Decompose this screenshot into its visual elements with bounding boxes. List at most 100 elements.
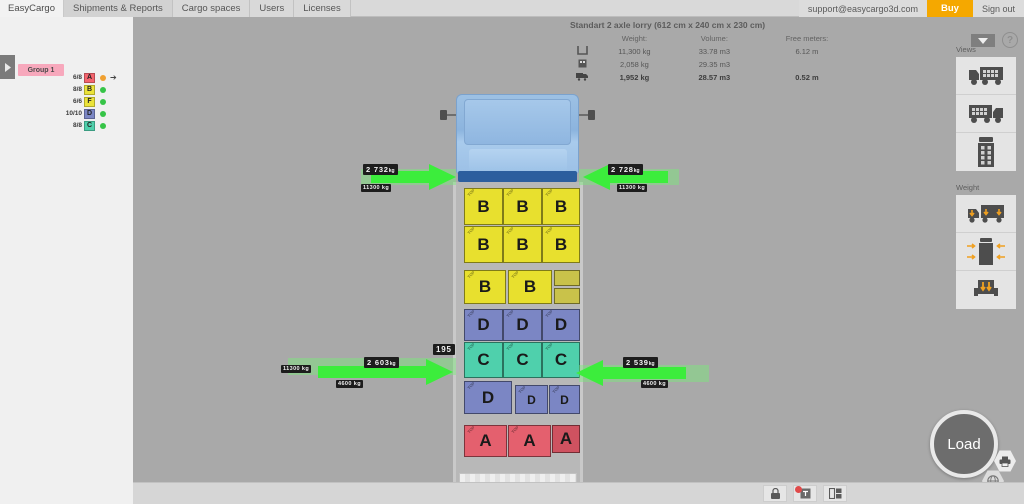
cargo-box-label: B (477, 234, 490, 254)
list-item[interactable]: 6/6 F (60, 96, 130, 107)
cargo-box[interactable]: TOP B (508, 270, 552, 304)
top-marker: TOP (466, 341, 476, 352)
front-axle-left-weight: 2 732kg (363, 164, 398, 175)
group-chip[interactable]: Group 1 (18, 64, 64, 76)
item-letter: D (84, 108, 95, 119)
weight-lock-button[interactable] (763, 485, 787, 502)
buy-button[interactable]: Buy (927, 0, 973, 17)
view-side-right-button[interactable] (956, 95, 1016, 133)
tab-users[interactable]: Users (250, 0, 295, 17)
layout-split-icon (828, 488, 841, 499)
top-marker: TOP (544, 341, 554, 352)
cargo-box[interactable]: TOP B (542, 226, 580, 263)
bottom-toolbar (133, 482, 1024, 504)
cargo-box[interactable] (554, 270, 580, 286)
tab-cargo-spaces[interactable]: Cargo spaces (172, 0, 251, 17)
cargo-box-label: A (523, 431, 536, 450)
list-item[interactable]: 6/8 A ➔ (60, 72, 130, 83)
cargo-box[interactable]: TOP D (503, 309, 542, 341)
rear-axle-right-limit: 4600 kg (641, 380, 668, 388)
top-marker: TOP (517, 384, 527, 395)
top-marker: TOP (466, 269, 476, 280)
cargo-box[interactable]: TOP D (464, 381, 512, 414)
truck-side-right-icon (969, 104, 1003, 123)
list-item[interactable]: 10/10 D (60, 108, 130, 119)
cargo-box[interactable]: TOP B (464, 226, 503, 263)
views-button-group (956, 57, 1016, 171)
left-item-panel: Group 1 6/8 A ➔ 8/8 B 6/6 F 10/10 D 8/8 … (0, 17, 133, 504)
weight-top-button[interactable] (956, 233, 1016, 271)
weight-button-group (956, 195, 1016, 309)
rear-axle-right-weight: 2 539kg (623, 357, 658, 368)
tab-licenses[interactable]: Licenses (294, 0, 351, 17)
list-item[interactable]: 8/8 B (60, 84, 130, 95)
cargo-box[interactable] (554, 288, 580, 304)
layout-split-button[interactable] (823, 485, 847, 502)
cargo-box[interactable]: TOP C (503, 342, 542, 378)
cab-bumper (458, 171, 577, 182)
weight-side-button[interactable] (956, 195, 1016, 233)
front-axle-right-weight: 2 728kg (608, 164, 643, 175)
cargo-box[interactable]: TOP C (464, 342, 503, 378)
nav-tab-list: EasyCargo Shipments & Reports Cargo spac… (0, 0, 351, 17)
view-top-button[interactable] (956, 133, 1016, 171)
item-letter: C (84, 120, 95, 131)
item-count: 8/8 (72, 86, 82, 93)
workspace: Group 1 6/8 A ➔ 8/8 B 6/6 F 10/10 D 8/8 … (0, 17, 1024, 504)
3d-canvas[interactable]: Standart 2 axle lorry (612 cm x 240 cm x… (133, 17, 1024, 504)
cargo-box[interactable]: TOP D (464, 309, 503, 341)
brand-logo[interactable]: EasyCargo (0, 0, 64, 17)
cargo-box[interactable]: TOP C (542, 342, 580, 378)
cargo-box[interactable]: TOP D (515, 385, 548, 414)
item-letter: F (84, 96, 95, 107)
truck-side-left-icon (969, 66, 1003, 85)
rear-axle-left-limit: 11300 kg (281, 365, 312, 373)
cargo-box[interactable]: TOP B (464, 188, 503, 225)
cab-roof (464, 99, 571, 145)
top-marker: TOP (510, 424, 520, 435)
sign-out-button[interactable]: Sign out (972, 0, 1024, 17)
cargo-box-label: D (516, 315, 529, 334)
cargo-box[interactable]: TOP B (542, 188, 580, 225)
item-letter: A (84, 72, 95, 83)
tab-shipments-reports[interactable]: Shipments & Reports (64, 0, 173, 17)
cargo-box[interactable]: TOP B (503, 226, 542, 263)
cargo-box[interactable]: TOP B (503, 188, 542, 225)
easycargo-app: EasyCargo Shipments & Reports Cargo spac… (0, 0, 1024, 504)
weight-rear-button[interactable] (956, 271, 1016, 309)
cargo-box[interactable]: A (552, 425, 580, 453)
cargo-box-label: C (554, 350, 568, 369)
cargo-box-label: A (559, 429, 573, 448)
cargo-box[interactable]: TOP A (508, 425, 551, 457)
cargo-box[interactable]: TOP D (549, 385, 580, 414)
truck-weight-top-icon (967, 237, 1005, 265)
item-status-dot (100, 98, 106, 105)
item-arrow-icon[interactable]: ➔ (110, 73, 117, 82)
cargo-item-list: 6/8 A ➔ 8/8 B 6/6 F 10/10 D 8/8 C (60, 72, 130, 132)
truck-cab[interactable] (456, 94, 579, 174)
right-toolbar: Views Weight (948, 45, 1024, 309)
bottom-tool-group (763, 485, 847, 502)
cargo-box-label: B (516, 196, 529, 216)
load-button[interactable]: Load (930, 410, 998, 478)
item-letter: B (84, 84, 95, 95)
view-side-left-button[interactable] (956, 57, 1016, 95)
front-axle-left-limit: 11300 kg (361, 184, 392, 192)
cargo-box-label: A (479, 431, 492, 450)
cargo-box-label: D (554, 315, 568, 334)
list-item[interactable]: 8/8 C (60, 120, 130, 131)
top-marker: TOP (505, 225, 515, 236)
weight-section-label: Weight (956, 183, 980, 192)
text-label-button[interactable] (793, 485, 817, 502)
item-count: 6/6 (72, 98, 82, 105)
rear-axle-left-weight: 2 603kg (364, 357, 399, 368)
panel-collapse-toggle[interactable] (0, 55, 15, 79)
notification-badge (795, 486, 802, 493)
truck-scene: TOP B TOP B TOP B TOP B TOP B TOP B TOP B TOP B … (133, 17, 1024, 504)
truck-weight-rear-icon (974, 280, 998, 296)
cargo-box[interactable]: TOP D (542, 309, 580, 341)
cargo-box-label: C (477, 350, 490, 369)
cargo-box[interactable]: TOP A (464, 425, 507, 457)
truck-deck[interactable]: TOP B TOP B TOP B TOP B TOP B TOP B TOP B TOP B … (453, 182, 583, 482)
cargo-box[interactable]: TOP B (464, 270, 506, 304)
